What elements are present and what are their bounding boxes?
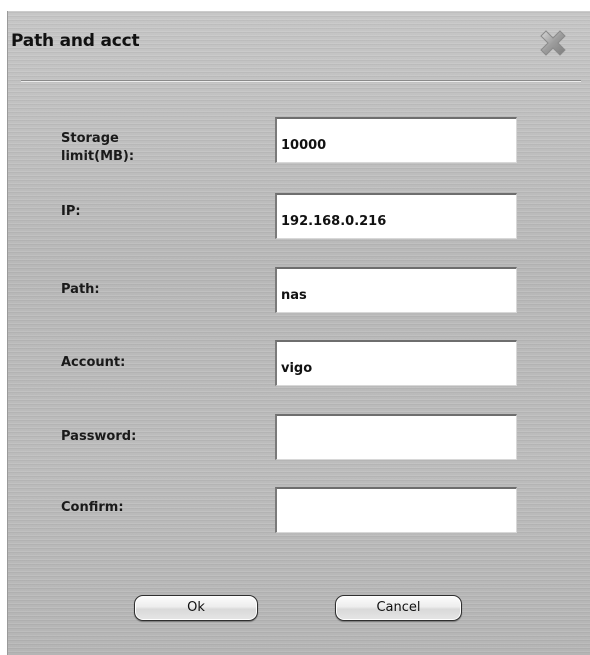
storage-limit-label: Storage limit(MB): bbox=[61, 131, 135, 164]
ok-button[interactable]: Ok bbox=[134, 595, 258, 621]
account-input[interactable] bbox=[275, 340, 517, 386]
password-label: Password: bbox=[61, 429, 137, 444]
path-input[interactable] bbox=[275, 267, 517, 313]
close-x-icon bbox=[540, 30, 566, 56]
close-button[interactable] bbox=[537, 27, 569, 59]
storage-limit-input[interactable] bbox=[275, 117, 517, 163]
path-label: Path: bbox=[61, 282, 100, 297]
account-label: Account: bbox=[61, 355, 126, 370]
ip-input[interactable] bbox=[275, 193, 517, 239]
password-input[interactable] bbox=[275, 414, 517, 460]
path-and-acct-dialog: Path and acct Storage limit(MB): IP: Pat… bbox=[7, 11, 590, 655]
cancel-button[interactable]: Cancel bbox=[335, 595, 462, 621]
dialog-title: Path and acct bbox=[11, 31, 140, 51]
confirm-label: Confirm: bbox=[61, 500, 124, 515]
confirm-password-input[interactable] bbox=[275, 487, 517, 533]
title-divider bbox=[21, 80, 581, 82]
ip-label: IP: bbox=[61, 204, 81, 219]
